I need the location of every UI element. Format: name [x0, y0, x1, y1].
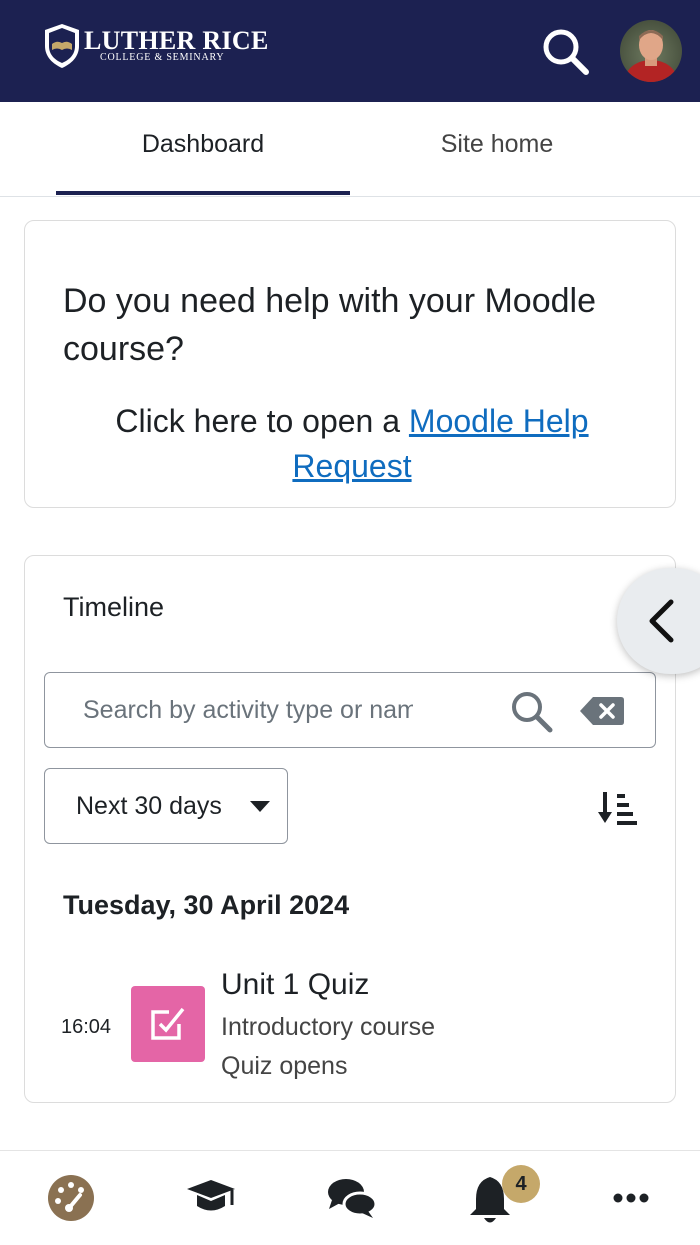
event-course-name: Introductory course — [221, 1013, 435, 1041]
checkbox-edit-icon — [151, 1007, 185, 1040]
messages-icon[interactable] — [324, 1173, 384, 1233]
help-card-title: Do you need help with your Moodle course… — [63, 282, 596, 368]
search-icon[interactable] — [540, 26, 590, 76]
help-request-card: Do you need help with your Moodle course… — [24, 220, 676, 508]
timeline-title: Timeline — [63, 592, 165, 622]
primary-navigation-tabs: Dashboard Site home — [0, 102, 700, 197]
clear-search-icon[interactable] — [579, 695, 625, 727]
chevron-left-icon — [649, 599, 674, 643]
event-time: 16:04 — [61, 1016, 112, 1038]
timeline-search-box — [44, 672, 656, 748]
timeline-search-input[interactable] — [83, 673, 413, 747]
user-avatar[interactable] — [620, 20, 682, 82]
logo-subtitle: COLLEGE & SEMINARY — [100, 52, 225, 63]
event-action-label: Quiz opens — [221, 1052, 348, 1080]
quiz-icon — [131, 986, 205, 1062]
help-card-prefix: Click here to open a — [115, 403, 409, 439]
help-card-body: Click here to open a Moodle Help Request — [55, 399, 649, 489]
event-title-link[interactable]: Unit 1 Quiz — [221, 968, 369, 1002]
caret-down-icon — [250, 801, 270, 812]
shield-logo-icon — [45, 24, 79, 68]
active-tab-indicator — [56, 191, 350, 195]
app-header: LUTHER RICE COLLEGE & SEMINARY — [0, 0, 700, 102]
notification-count-badge: 4 — [502, 1165, 540, 1203]
courses-icon[interactable] — [184, 1171, 244, 1231]
search-icon[interactable] — [509, 689, 553, 733]
avatar-photo — [625, 30, 677, 82]
timeline-block: Timeline Next 30 days Tuesday, 30 April … — [24, 555, 676, 1103]
more-icon[interactable] — [604, 1171, 664, 1231]
site-logo[interactable]: LUTHER RICE COLLEGE & SEMINARY — [42, 22, 282, 72]
timeline-date-heading: Tuesday, 30 April 2024 — [63, 890, 350, 920]
dashboard-icon[interactable] — [44, 1171, 104, 1231]
tab-dashboard[interactable]: Dashboard — [56, 130, 350, 196]
bottom-tab-bar: 4 — [0, 1150, 700, 1245]
timeline-day-filter-dropdown[interactable]: Next 30 days — [44, 768, 288, 844]
sort-icon[interactable] — [597, 790, 637, 826]
day-filter-label: Next 30 days — [76, 792, 222, 820]
tab-site-home[interactable]: Site home — [350, 130, 644, 196]
